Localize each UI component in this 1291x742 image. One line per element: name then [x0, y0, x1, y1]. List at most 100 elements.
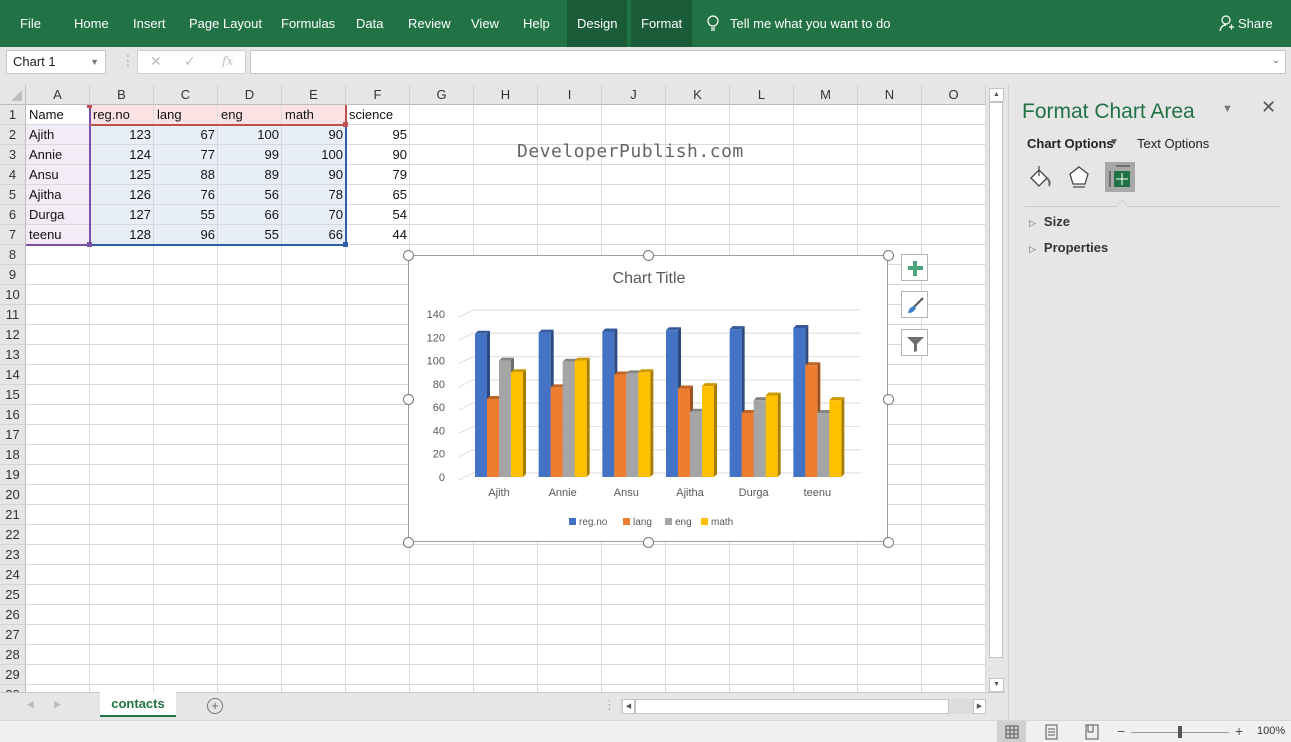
resize-handle[interactable]: [403, 393, 414, 405]
resize-handle[interactable]: [643, 250, 654, 261]
bar-eng[interactable]: [817, 412, 830, 477]
cell[interactable]: 66: [282, 225, 346, 245]
chevron-down-icon[interactable]: ▼: [90, 51, 99, 73]
bar-math[interactable]: [702, 386, 714, 477]
bar-eng[interactable]: [499, 360, 511, 477]
column-header[interactable]: J: [602, 85, 666, 105]
row-header[interactable]: 14: [0, 365, 26, 385]
horizontal-scrollbar[interactable]: ◀ ▶: [620, 699, 986, 714]
name-box[interactable]: Chart 1 ▼: [6, 50, 106, 74]
column-header[interactable]: M: [794, 85, 858, 105]
bar-reg.no[interactable]: [666, 330, 678, 477]
cell[interactable]: 100: [218, 125, 282, 145]
ribbon-tab-data[interactable]: Data: [346, 0, 393, 47]
cell[interactable]: 55: [154, 205, 218, 225]
row-header[interactable]: 30: [0, 685, 26, 692]
resize-handle[interactable]: [883, 537, 894, 548]
cell[interactable]: 66: [218, 205, 282, 225]
tab-chart-options[interactable]: Chart Options: [1027, 136, 1114, 151]
row-header[interactable]: 16: [0, 405, 26, 425]
row-header[interactable]: 18: [0, 445, 26, 465]
row-header[interactable]: 29: [0, 665, 26, 685]
cell[interactable]: 89: [218, 165, 282, 185]
cell[interactable]: reg.no: [90, 105, 154, 125]
vertical-scrollbar[interactable]: ▲ ▼: [988, 86, 1005, 693]
ribbon-tab-review[interactable]: Review: [398, 0, 461, 47]
row-header[interactable]: 9: [0, 265, 26, 285]
bar-math[interactable]: [511, 372, 523, 477]
ribbon-tab-design[interactable]: Design: [567, 0, 628, 47]
sheet-tab-contacts[interactable]: contacts: [100, 692, 176, 717]
cell[interactable]: Annie: [26, 145, 90, 165]
scroll-left-arrow[interactable]: ◀: [622, 699, 635, 714]
bar-side-math[interactable]: [586, 357, 590, 477]
cell[interactable]: 70: [282, 205, 346, 225]
bar-eng[interactable]: [626, 373, 639, 477]
ribbon-tab-home[interactable]: Home: [64, 0, 119, 47]
x-tick-label[interactable]: Ajith: [488, 487, 509, 499]
close-icon[interactable]: ✕: [1261, 97, 1276, 118]
column-header[interactable]: H: [474, 85, 538, 105]
chart-filters-button[interactable]: [901, 329, 928, 356]
next-sheet-arrow[interactable]: ▶: [54, 699, 61, 710]
tell-me-search[interactable]: Tell me what you want to do: [706, 0, 890, 47]
legend-swatch-eng[interactable]: [665, 518, 672, 525]
bar-reg.no[interactable]: [729, 329, 742, 477]
zoom-level[interactable]: 100%: [1257, 725, 1285, 737]
legend-label-reg.no[interactable]: reg.no: [579, 517, 608, 528]
cell[interactable]: Ansu: [26, 165, 90, 185]
column-header[interactable]: A: [26, 85, 90, 105]
legend-swatch-math[interactable]: [701, 518, 708, 525]
x-tick-label[interactable]: teenu: [804, 487, 832, 499]
legend-swatch-reg.no[interactable]: [569, 518, 576, 525]
row-header[interactable]: 22: [0, 525, 26, 545]
bar-reg.no[interactable]: [793, 327, 806, 477]
prev-sheet-arrow[interactable]: ◀: [27, 699, 34, 710]
chart-title[interactable]: Chart Title: [613, 270, 686, 287]
column-header[interactable]: I: [538, 85, 602, 105]
bar-reg.no[interactable]: [538, 332, 551, 477]
row-header[interactable]: 10: [0, 285, 26, 305]
row-header[interactable]: 15: [0, 385, 26, 405]
add-sheet-button[interactable]: +: [207, 698, 223, 714]
y-tick-label[interactable]: 80: [433, 379, 445, 391]
y-tick-label[interactable]: 120: [427, 332, 445, 344]
cell[interactable]: 67: [154, 125, 218, 145]
x-tick-label[interactable]: Annie: [549, 487, 577, 499]
bar-lang[interactable]: [678, 388, 690, 477]
row-header[interactable]: 2: [0, 125, 26, 145]
column-header[interactable]: K: [666, 85, 730, 105]
ribbon-tab-formulas[interactable]: Formulas: [271, 0, 345, 47]
row-header[interactable]: 26: [0, 605, 26, 625]
column-header[interactable]: E: [282, 85, 346, 105]
bar-reg.no[interactable]: [475, 333, 487, 477]
row-header[interactable]: 19: [0, 465, 26, 485]
resize-handle[interactable]: [883, 393, 894, 405]
cell[interactable]: 124: [90, 145, 154, 165]
bar-eng[interactable]: [690, 411, 702, 477]
row-header[interactable]: 4: [0, 165, 26, 185]
column-header[interactable]: D: [218, 85, 282, 105]
row-header[interactable]: 13: [0, 345, 26, 365]
column-header[interactable]: L: [730, 85, 794, 105]
cell[interactable]: 44: [346, 225, 410, 245]
bar-side-math[interactable]: [777, 392, 781, 478]
resize-handle[interactable]: [883, 250, 894, 261]
cell[interactable]: 77: [154, 145, 218, 165]
bar-lang[interactable]: [805, 365, 818, 477]
chart-area[interactable]: Chart Title 0 20 40 60 80 100 120 140 Ajith Annie A…: [408, 255, 888, 542]
bar-eng[interactable]: [562, 361, 575, 477]
bar-lang[interactable]: [550, 387, 563, 477]
row-header[interactable]: 5: [0, 185, 26, 205]
row-header[interactable]: 1: [0, 105, 26, 125]
fill-line-button[interactable]: [1025, 162, 1055, 192]
ribbon-tab-view[interactable]: View: [461, 0, 509, 47]
x-tick-label[interactable]: Durga: [739, 487, 770, 499]
row-header[interactable]: 7: [0, 225, 26, 245]
column-header[interactable]: N: [858, 85, 922, 105]
row-header[interactable]: 17: [0, 425, 26, 445]
scroll-down-arrow[interactable]: ▼: [989, 678, 1004, 692]
cell[interactable]: 126: [90, 185, 154, 205]
chart-styles-button[interactable]: [901, 291, 928, 318]
cell[interactable]: science: [346, 105, 410, 125]
